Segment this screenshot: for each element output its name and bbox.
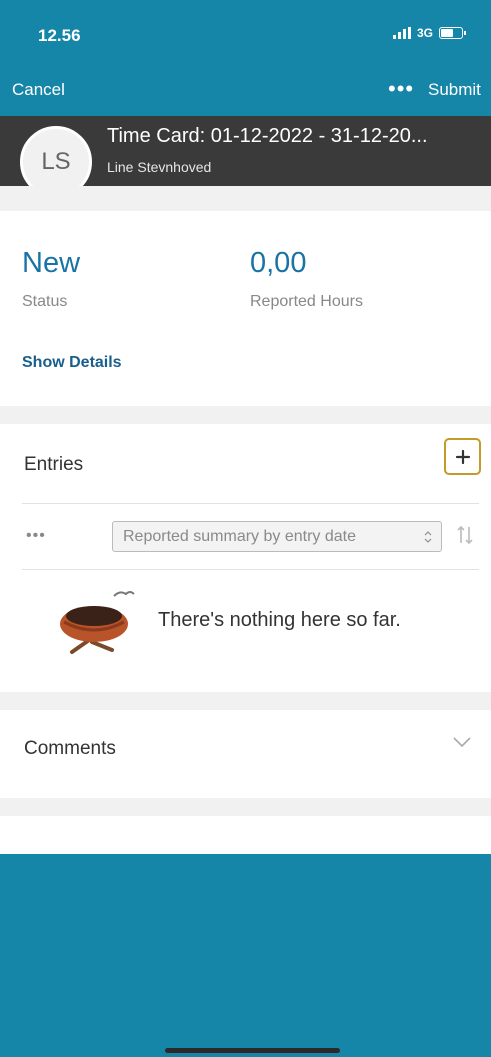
section-separator <box>0 798 491 816</box>
nav-bar: Cancel ••• Submit <box>0 70 491 116</box>
status-label: Status <box>22 293 68 310</box>
employee-name: Line Stevnhoved <box>107 159 212 175</box>
status-value: New <box>22 247 81 279</box>
sort-icon[interactable] <box>456 524 474 546</box>
sort-select-value: Reported summary by entry date <box>123 527 356 545</box>
home-indicator[interactable] <box>165 1048 340 1053</box>
add-entry-button[interactable] <box>444 438 481 475</box>
entries-title: Entries <box>24 454 84 475</box>
section-separator <box>0 186 491 211</box>
status-indicators: 3G <box>392 26 466 40</box>
sort-select[interactable]: Reported summary by entry date <box>112 521 442 552</box>
entries-more-button[interactable]: ••• <box>26 527 46 545</box>
submit-button[interactable]: Submit <box>428 80 481 100</box>
chevron-down-icon[interactable] <box>452 736 472 748</box>
cancel-button[interactable]: Cancel <box>12 80 65 100</box>
divider <box>22 569 479 570</box>
bottom-area <box>0 854 491 1057</box>
reported-hours-label: Reported Hours <box>250 293 363 310</box>
reported-hours-value: 0,00 <box>250 247 307 279</box>
bird-nest-icon <box>60 591 135 654</box>
divider <box>22 503 479 504</box>
status-bar: 12.56 3G <box>0 0 491 70</box>
page-title: Time Card: 01-12-2022 - 31-12-20... <box>107 125 428 147</box>
signal-icon <box>392 27 411 39</box>
show-details-link[interactable]: Show Details <box>22 354 122 372</box>
battery-icon <box>439 27 466 39</box>
plus-icon <box>455 449 470 464</box>
more-options-button[interactable]: ••• <box>388 76 414 102</box>
network-type: 3G <box>416 26 433 40</box>
comments-title[interactable]: Comments <box>24 738 116 760</box>
empty-state-text: There's nothing here so far. <box>158 609 401 631</box>
section-separator <box>0 692 491 710</box>
updown-chevron-icon <box>424 531 432 543</box>
status-time: 12.56 <box>38 26 81 45</box>
section-separator <box>0 406 491 424</box>
